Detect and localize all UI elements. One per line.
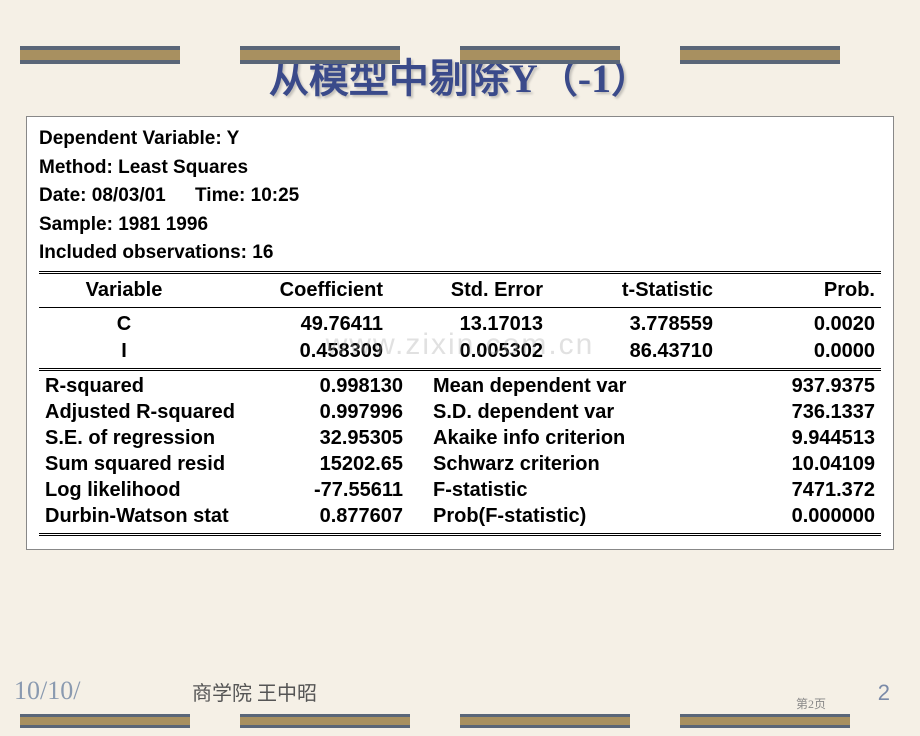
- coefficient-table: Variable Coefficient Std. Error t-Statis…: [39, 277, 881, 304]
- footer-author: 商学院 王中昭: [192, 677, 317, 706]
- table-row: C 49.76411 13.17013 3.778559 0.0020: [39, 311, 881, 338]
- time: Time: 10:25: [195, 182, 299, 211]
- top-decorative-bars: [0, 46, 920, 82]
- table-row: R-squared 0.998130 Mean dependent var 93…: [39, 374, 881, 400]
- regression-output: Dependent Variable: Y Method: Least Squa…: [26, 116, 894, 550]
- regression-header: Dependent Variable: Y Method: Least Squa…: [39, 125, 881, 268]
- statistics-table: R-squared 0.998130 Mean dependent var 93…: [39, 374, 881, 530]
- table-row: Log likelihood -77.55611 F-statistic 747…: [39, 478, 881, 504]
- included-observations: Included observations: 16: [39, 239, 273, 268]
- table-row: Adjusted R-squared 0.997996 S.D. depende…: [39, 400, 881, 426]
- col-prob: Prob.: [719, 277, 881, 304]
- col-coefficient: Coefficient: [209, 277, 389, 304]
- divider: [39, 271, 881, 274]
- divider: [39, 307, 881, 308]
- table-row: S.E. of regression 32.95305 Akaike info …: [39, 426, 881, 452]
- footer-date: 10/10/: [14, 676, 80, 706]
- table-row: I 0.458309 0.005302 86.43710 0.0000: [39, 338, 881, 365]
- divider: [39, 533, 881, 536]
- coefficient-rows: C 49.76411 13.17013 3.778559 0.0020 I 0.…: [39, 311, 881, 365]
- table-row: Durbin-Watson stat 0.877607 Prob(F-stati…: [39, 504, 881, 530]
- bottom-decorative-bars: [0, 714, 920, 736]
- col-variable: Variable: [39, 277, 209, 304]
- col-std-error: Std. Error: [389, 277, 549, 304]
- page-number: 2: [878, 680, 890, 706]
- col-t-statistic: t-Statistic: [549, 277, 719, 304]
- date: Date: 08/03/01: [39, 182, 166, 211]
- page-number-small: 第2页: [796, 695, 826, 712]
- divider: [39, 368, 881, 371]
- method: Method: Least Squares: [39, 154, 248, 183]
- dependent-variable: Dependent Variable: Y: [39, 125, 239, 154]
- table-row: Sum squared resid 15202.65 Schwarz crite…: [39, 452, 881, 478]
- sample: Sample: 1981 1996: [39, 211, 208, 240]
